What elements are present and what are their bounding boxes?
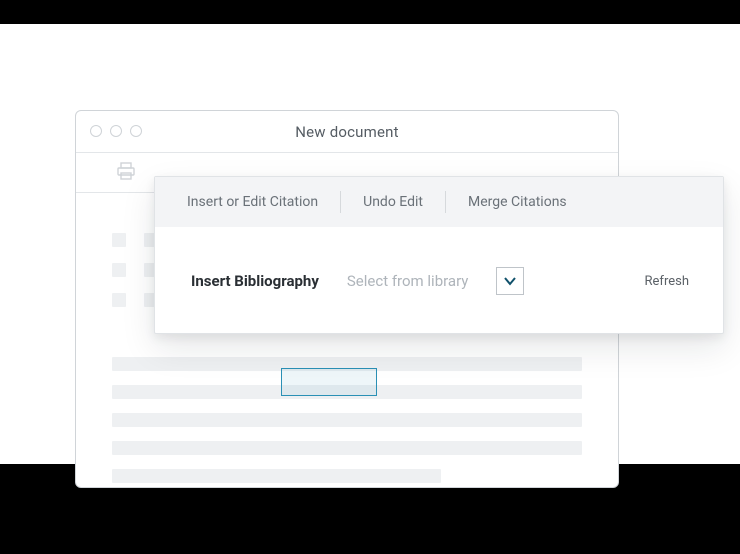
tab-separator [340,191,341,213]
citation-actions-row: Insert Bibliography Select from library … [155,227,723,335]
placeholder-line [112,441,582,455]
placeholder-line [112,233,126,247]
insert-bibliography-button[interactable]: Insert Bibliography [191,272,319,290]
window-controls[interactable] [90,125,142,137]
library-dropdown-button[interactable] [496,267,524,295]
window-title: New document [76,123,618,141]
traffic-zoom-icon[interactable] [130,125,142,137]
tab-undo-edit[interactable]: Undo Edit [359,194,427,210]
tab-separator [445,191,446,213]
tab-merge-citations[interactable]: Merge Citations [464,194,571,210]
tab-insert-edit-citation[interactable]: Insert or Edit Citation [183,194,322,210]
select-from-library-label: Select from library [347,272,469,290]
citation-tabs: Insert or Edit Citation Undo Edit Merge … [155,177,723,227]
chevron-down-icon [503,274,517,288]
traffic-close-icon[interactable] [90,125,102,137]
window-titlebar: New document [76,111,618,153]
placeholder-line [112,293,126,307]
traffic-minimize-icon[interactable] [110,125,122,137]
text-cursor-selection[interactable] [281,368,377,396]
placeholder-line [112,469,441,483]
placeholder-line [112,413,582,427]
print-icon[interactable] [116,162,136,184]
placeholder-line [112,263,126,277]
refresh-button[interactable]: Refresh [645,274,689,289]
citation-toolbar: Insert or Edit Citation Undo Edit Merge … [154,176,724,334]
